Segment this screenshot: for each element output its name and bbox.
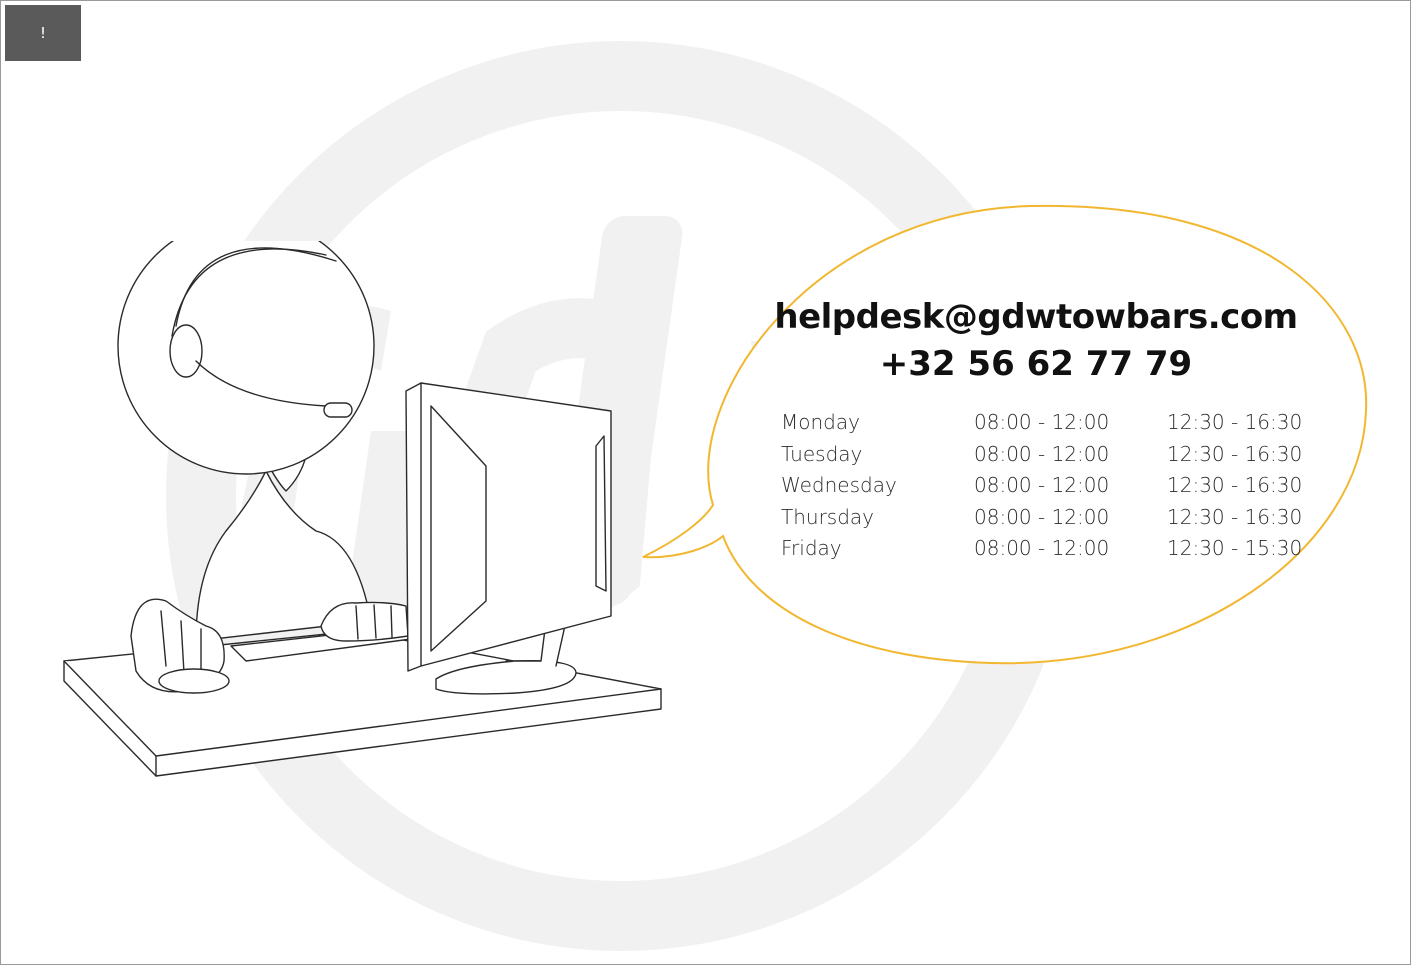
- day-label: Monday: [781, 410, 860, 434]
- afternoon-hours: 12:30 - 16:30: [1167, 441, 1303, 466]
- table-row: Monday 08:00 - 12:00 12:30 - 16:30: [781, 407, 1321, 439]
- helpdesk-email[interactable]: helpdesk@gdwtowbars.com: [741, 293, 1331, 341]
- day-label: Tuesday: [781, 441, 863, 466]
- morning-hours: 08:00 - 12:00: [974, 410, 1110, 434]
- helpdesk-phone[interactable]: +32 56 62 77 79: [741, 341, 1331, 387]
- afternoon-hours: 12:30 - 15:30: [1167, 536, 1303, 561]
- table-row: Friday 08:00 - 12:00 12:30 - 15:30: [781, 533, 1321, 565]
- opening-hours-table: Monday 08:00 - 12:00 12:30 - 16:30 Tuesd…: [781, 407, 1321, 565]
- table-row: Tuesday 08:00 - 12:00 12:30 - 16:30: [781, 439, 1321, 471]
- helpdesk-page: ! helpdesk@gdwtowbars.com +32 56 62 77 7…: [0, 0, 1411, 965]
- afternoon-hours: 12:30 - 16:30: [1167, 473, 1303, 498]
- afternoon-hours: 12:30 - 16:30: [1167, 410, 1303, 434]
- day-label: Wednesday: [781, 473, 897, 498]
- contact-block: helpdesk@gdwtowbars.com +32 56 62 77 79: [741, 293, 1331, 387]
- afternoon-hours: 12:30 - 16:30: [1167, 504, 1303, 529]
- helpdesk-person-illustration: [63, 241, 662, 777]
- day-label: Thursday: [781, 504, 874, 529]
- exclamation-icon: !: [39, 24, 46, 42]
- day-label: Friday: [781, 536, 842, 561]
- alert-tab[interactable]: !: [5, 5, 81, 61]
- morning-hours: 08:00 - 12:00: [974, 473, 1110, 498]
- table-row: Wednesday 08:00 - 12:00 12:30 - 16:30: [781, 470, 1321, 502]
- morning-hours: 08:00 - 12:00: [974, 441, 1110, 466]
- morning-hours: 08:00 - 12:00: [974, 504, 1110, 529]
- table-row: Thursday 08:00 - 12:00 12:30 - 16:30: [781, 502, 1321, 534]
- morning-hours: 08:00 - 12:00: [974, 536, 1110, 561]
